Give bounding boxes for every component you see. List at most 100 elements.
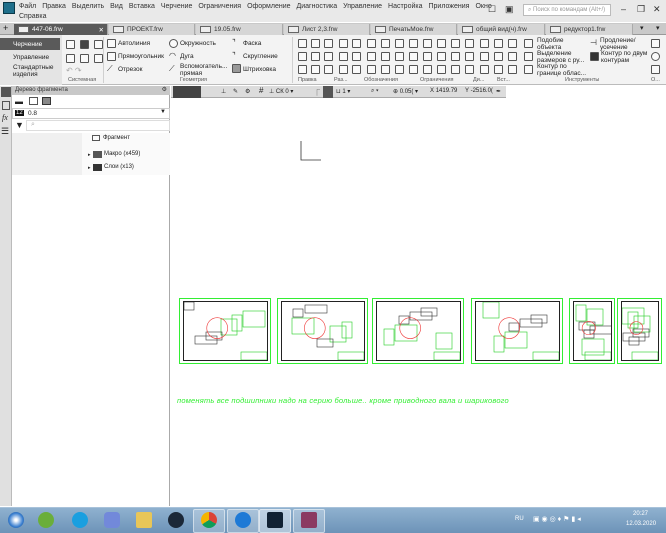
group-constraints[interactable]: Ограничения — [420, 77, 454, 83]
round-icon[interactable] — [323, 86, 333, 98]
fillet-button[interactable]: Скругление — [243, 53, 278, 60]
tool-icon[interactable] — [339, 39, 348, 48]
tool-icon[interactable] — [423, 65, 432, 74]
tool-icon[interactable] — [423, 52, 432, 61]
drawing-sheet-4[interactable] — [471, 298, 563, 364]
print-icon[interactable] — [66, 54, 75, 63]
two-contours-button[interactable]: Контур по двум контурам — [601, 50, 649, 64]
drawing-sheet-6[interactable] — [617, 298, 662, 364]
group-tools[interactable]: Инструменты — [565, 77, 599, 83]
pin-icon[interactable]: ▾ — [656, 24, 660, 32]
tool-icon[interactable] — [352, 52, 361, 61]
minimize-button[interactable]: – — [621, 4, 626, 14]
menu-insert[interactable]: Вставка — [129, 3, 155, 10]
tab-reductor[interactable]: редуктор1.frw — [546, 24, 633, 35]
tool-icon[interactable] — [409, 65, 418, 74]
tool-icon[interactable] — [451, 65, 460, 74]
tool-icon[interactable] — [352, 65, 361, 74]
kompas-icon[interactable] — [267, 512, 283, 528]
heart-app-icon[interactable] — [235, 512, 251, 528]
tab-pechat[interactable]: ПечатьМое.frw — [371, 24, 457, 35]
snap-icon[interactable] — [651, 52, 660, 61]
group-system[interactable]: Системная — [68, 77, 96, 83]
tab-list-2-3[interactable]: Лист 2,3.frw — [284, 24, 370, 35]
tab-general-view[interactable]: общий вид(ч).frw — [458, 24, 545, 35]
tool-icon[interactable] — [395, 52, 404, 61]
explorer-icon[interactable] — [136, 512, 152, 528]
tool-icon[interactable] — [367, 65, 376, 74]
tool-icon[interactable] — [324, 39, 333, 48]
tool-icon[interactable] — [508, 52, 517, 61]
tool-icon[interactable] — [465, 65, 474, 74]
winrar-icon[interactable] — [301, 512, 317, 528]
tool-icon[interactable] — [451, 52, 460, 61]
tool-icon[interactable] — [324, 65, 333, 74]
menu-constraints[interactable]: Ограничения — [198, 3, 241, 10]
group-diag[interactable]: Ди... — [473, 77, 484, 83]
filter-icon[interactable]: ▼ — [15, 120, 24, 130]
chamfer-button[interactable]: Фаска — [243, 40, 261, 47]
tree-root[interactable]: Фрагмент — [103, 135, 130, 141]
open-folder-icon[interactable] — [80, 40, 89, 49]
menu-format[interactable]: Оформление — [247, 3, 290, 10]
layer-select[interactable]: 12 0.8 ▼ — [12, 108, 170, 119]
menu-help[interactable]: Справка — [19, 13, 46, 20]
start-button[interactable] — [8, 512, 24, 528]
extend-trim-button[interactable]: Продление/ усечение — [600, 37, 645, 51]
object-props-icon[interactable] — [651, 39, 660, 48]
tool-icon[interactable] — [395, 65, 404, 74]
drawing-sheet-3[interactable] — [372, 298, 464, 364]
maximize-button[interactable]: ❐ — [637, 4, 645, 15]
steam-icon[interactable] — [168, 512, 184, 528]
menu-select[interactable]: Выделить — [72, 3, 104, 10]
chrome-icon[interactable] — [201, 512, 217, 528]
properties-icon[interactable] — [2, 101, 10, 110]
undo-icon[interactable]: ↶ ↷ — [66, 67, 82, 75]
tool-icon[interactable] — [409, 52, 418, 61]
tabs-list-icon[interactable]: ▾ — [640, 24, 644, 32]
tool-icon[interactable] — [298, 52, 307, 61]
tool-icon[interactable] — [367, 52, 376, 61]
tool-icon[interactable] — [651, 65, 660, 74]
close-tab-icon[interactable]: ✕ — [99, 26, 104, 34]
new-file-icon[interactable] — [66, 40, 75, 49]
expand-icon[interactable]: ▸ — [88, 165, 91, 171]
drawing-sheet-5[interactable] — [569, 298, 615, 364]
x-coord[interactable]: X 1419.79 — [430, 88, 457, 94]
grid-icon[interactable]: # — [259, 86, 263, 95]
tool-icon[interactable] — [437, 65, 446, 74]
language-indicator[interactable]: RU — [515, 516, 524, 522]
tool-icon[interactable] — [311, 39, 320, 48]
menu-apps[interactable]: Приложения — [429, 3, 470, 10]
tool-icon[interactable] — [465, 39, 474, 48]
tree-icon[interactable] — [1, 87, 11, 97]
autoline-button[interactable]: Автолиния — [118, 40, 150, 47]
menu-file[interactable]: Файл — [19, 3, 36, 10]
save-all-icon[interactable] — [94, 54, 103, 63]
tool-icon[interactable] — [381, 52, 390, 61]
layer-style-select[interactable]: ⊔ 1 ▾ — [336, 88, 350, 95]
new-tab-icon[interactable]: + — [3, 23, 8, 33]
tray-icons[interactable]: ▣ ◉ ◎ ♦ ⚑ ▮ ◂ — [533, 515, 581, 523]
drawing-sheet-2[interactable] — [277, 298, 368, 364]
eyedropper-icon[interactable]: ✒ — [496, 88, 501, 95]
contour-boundary-button[interactable]: Контур по границе облас... — [537, 63, 589, 77]
hatch-button[interactable]: Штриховка — [243, 66, 276, 73]
rectangle-button[interactable]: Прямоугольник — [118, 53, 164, 60]
tab-19-05[interactable]: 19.05.frw — [196, 24, 283, 35]
utorrent-icon[interactable] — [38, 512, 54, 528]
segment-button[interactable]: Отрезок — [118, 66, 143, 73]
tool-icon[interactable] — [480, 52, 489, 61]
layout-icon[interactable]: ☐ — [488, 4, 496, 15]
style-icon[interactable]: ✎ — [233, 88, 238, 95]
gear-icon[interactable]: ⚙ — [162, 86, 167, 93]
tool-icon[interactable] — [339, 52, 348, 61]
tool-icon[interactable] — [352, 39, 361, 48]
group-insert[interactable]: Вст... — [497, 77, 510, 83]
menu-view[interactable]: Вид — [110, 3, 123, 10]
snap-icon[interactable]: ⊥ — [221, 88, 226, 95]
tool-icon[interactable] — [508, 39, 517, 48]
similar-object-button[interactable]: Подобие объекта — [537, 37, 587, 51]
local-cs-icon[interactable]: ⚙ — [245, 88, 250, 95]
variables-icon[interactable]: fx — [2, 113, 8, 122]
